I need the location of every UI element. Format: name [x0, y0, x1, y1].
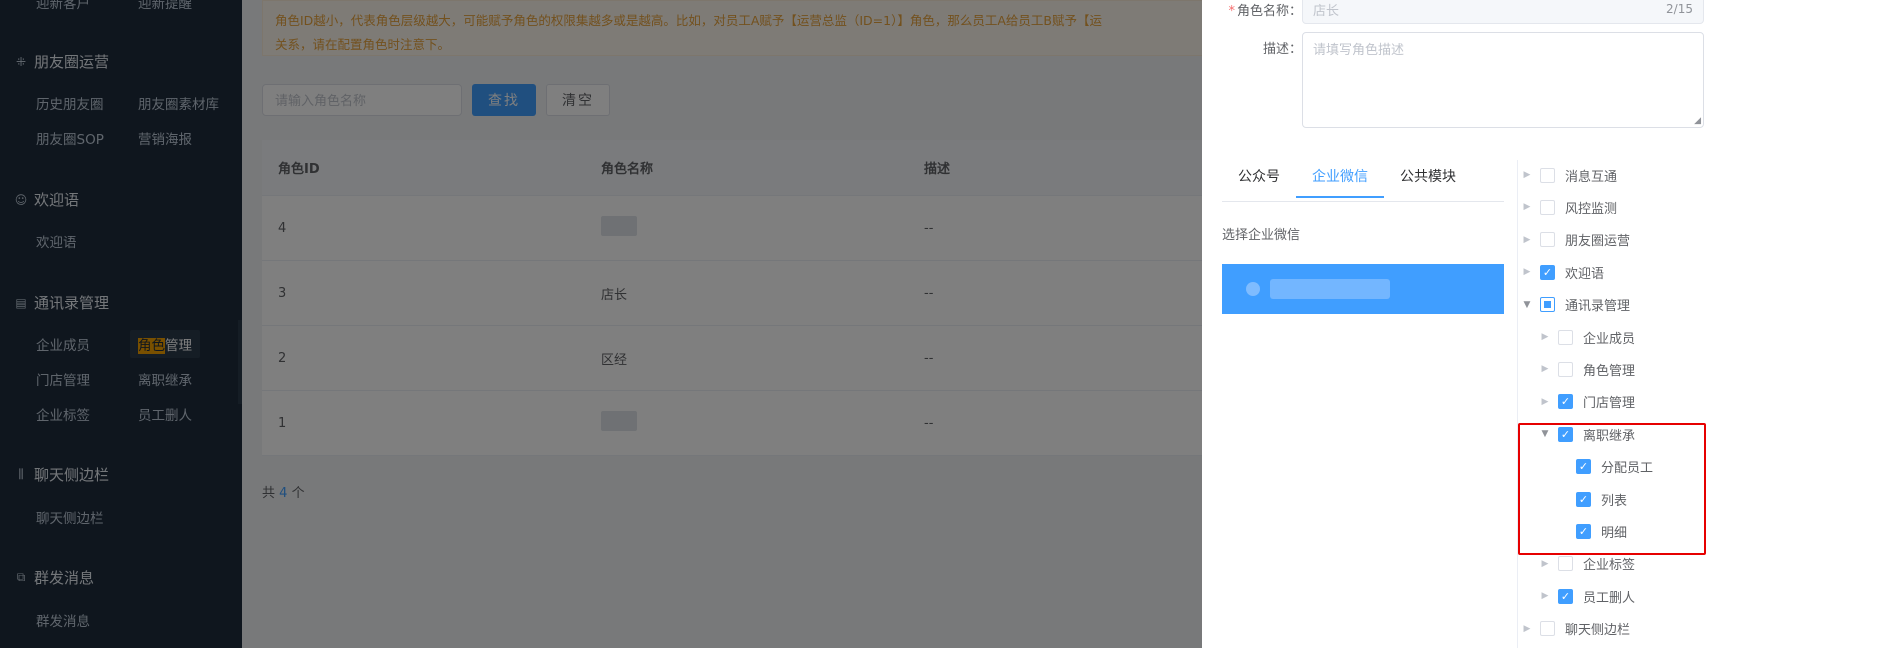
tree-node-label: 企业标签 [1583, 558, 1636, 574]
caret-right-icon[interactable]: ▶ [1520, 170, 1534, 180]
tree-checkbox[interactable] [1558, 556, 1573, 572]
tree-checkbox[interactable] [1540, 232, 1555, 248]
tree-node-label: 门店管理 [1583, 396, 1636, 412]
role-name-input[interactable]: 店长 2/15 [1302, 0, 1704, 24]
tree-checkbox[interactable]: ✓ [1540, 264, 1555, 280]
caret-right-icon[interactable]: ▶ [1520, 202, 1534, 212]
tree-node-label: 分配员工 [1601, 461, 1654, 477]
caret-right-icon[interactable]: ▶ [1520, 235, 1534, 245]
tree-node-label: 欢迎语 [1565, 266, 1605, 282]
tree-node-label: 离职继承 [1583, 428, 1636, 444]
tree-node-label: 列表 [1601, 493, 1628, 509]
tree-checkbox[interactable] [1540, 199, 1555, 215]
tree-node[interactable]: ▶ 企业成员 [1538, 324, 1635, 350]
tree-checkbox[interactable] [1540, 167, 1555, 183]
tree-node[interactable]: ▶ 聊天侧边栏 [1520, 616, 1630, 642]
tree-checkbox[interactable]: ✓ [1576, 491, 1591, 507]
edit-role-drawer: * 角色名称： 店长 2/15 描述： 请填写角色描述 ◢ 公众号 企业微信 公共… [1202, 0, 1882, 648]
tree-node[interactable]: ▶ 角色管理 [1538, 356, 1635, 382]
tree-checkbox[interactable] [1558, 329, 1573, 345]
tree-node[interactable]: ▼ ✓ 离职继承 [1538, 421, 1635, 447]
tree-node-label: 通讯录管理 [1565, 299, 1631, 315]
tree-checkbox[interactable]: ✓ [1576, 523, 1591, 539]
caret-right-icon[interactable]: ▶ [1538, 591, 1552, 601]
tree-checkbox[interactable]: ✓ [1576, 459, 1591, 475]
tree-checkbox[interactable] [1540, 621, 1555, 637]
role-name-label: * 角色名称： [1202, 0, 1302, 19]
caret-right-icon[interactable]: ▶ [1538, 397, 1552, 407]
tree-node-label: 明细 [1601, 525, 1628, 541]
description-label: 描述： [1262, 42, 1302, 57]
avatar [1246, 282, 1260, 296]
tree-node[interactable]: ▶ 企业标签 [1538, 551, 1635, 577]
tree-node-label: 风控监测 [1565, 201, 1618, 217]
tree-node[interactable]: ▶ ✓ 门店管理 [1538, 389, 1635, 415]
tree-checkbox[interactable]: ✓ [1558, 394, 1573, 410]
tree-checkbox[interactable]: ✓ [1558, 426, 1573, 442]
caret-right-icon[interactable]: ▶ [1538, 559, 1552, 569]
tree-checkbox[interactable] [1558, 361, 1573, 377]
tree-checkbox[interactable] [1540, 297, 1555, 313]
description-textarea[interactable]: 请填写角色描述 ◢ [1302, 32, 1704, 128]
tree-node[interactable]: ✓ 分配员工 [1556, 454, 1653, 480]
tree-node[interactable]: ▶ ✓ 员工删人 [1538, 583, 1635, 609]
tree-node-label: 企业成员 [1583, 331, 1636, 347]
tree-node[interactable]: ▶ 风控监测 [1520, 194, 1617, 220]
caret-right-icon[interactable]: ▶ [1538, 364, 1552, 374]
label-text: 角色名称： [1236, 4, 1302, 19]
modal-overlay[interactable] [0, 0, 1202, 648]
tree-node-label: 角色管理 [1583, 363, 1636, 379]
caret-right-icon[interactable]: ▶ [1538, 332, 1552, 342]
tree-node-label: 朋友圈运营 [1565, 234, 1631, 250]
required-mark: * [1228, 4, 1235, 19]
role-name-value: 店长 [1313, 3, 1340, 19]
tree-node[interactable]: ▶ ✓ 欢迎语 [1520, 259, 1604, 285]
tree-node[interactable]: ✓ 明细 [1556, 518, 1627, 544]
wecom-account-item[interactable] [1222, 264, 1504, 314]
tree-node[interactable]: ▶ 朋友圈运营 [1520, 227, 1630, 253]
description-placeholder: 请填写角色描述 [1313, 43, 1405, 58]
tree-node[interactable]: ✓ 列表 [1556, 486, 1627, 512]
caret-right-icon[interactable]: ▶ [1520, 624, 1534, 634]
tree-node-label: 消息互通 [1565, 169, 1618, 185]
module-tabs: 公众号 企业微信 公共模块 [1222, 166, 1472, 198]
tab-official-account[interactable]: 公众号 [1222, 166, 1296, 198]
tree-checkbox[interactable]: ✓ [1558, 588, 1573, 604]
tree-node[interactable]: ▼ 通讯录管理 [1520, 292, 1630, 318]
char-count: 2/15 [1666, 2, 1693, 16]
tree-node-label: 员工删人 [1583, 590, 1636, 606]
resize-handle-icon[interactable]: ◢ [1694, 116, 1701, 126]
tree-node[interactable]: ▶ 消息互通 [1520, 162, 1617, 188]
caret-right-icon[interactable]: ▶ [1520, 267, 1534, 277]
tab-common-modules[interactable]: 公共模块 [1384, 166, 1472, 198]
caret-down-icon[interactable]: ▼ [1520, 300, 1534, 310]
tabs-divider [1222, 201, 1504, 202]
redacted-account-name [1270, 279, 1390, 299]
tree-divider [1517, 160, 1518, 648]
tree-node-label: 聊天侧边栏 [1565, 623, 1631, 639]
caret-down-icon[interactable]: ▼ [1538, 429, 1552, 439]
choose-wecom-label: 选择企业微信 [1222, 228, 1301, 243]
tab-wecom[interactable]: 企业微信 [1296, 166, 1384, 198]
